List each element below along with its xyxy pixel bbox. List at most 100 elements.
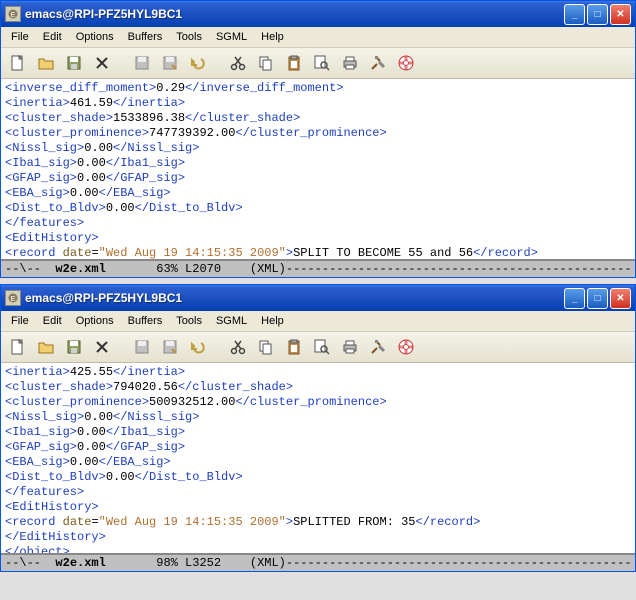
toolbar xyxy=(1,332,635,363)
sb-mode: --\-- xyxy=(5,262,55,276)
window-controls: _ □ ✕ xyxy=(564,288,631,309)
cut-icon[interactable] xyxy=(227,52,249,74)
titlebar[interactable]: E emacs@RPI-PFZ5HYL9BC1 _ □ ✕ xyxy=(1,1,635,27)
editor-area[interactable]: <inverse_diff_moment>0.29</inverse_diff_… xyxy=(1,79,635,259)
menu-help[interactable]: Help xyxy=(255,29,290,45)
svg-text:E: E xyxy=(10,10,15,19)
window-title: emacs@RPI-PFZ5HYL9BC1 xyxy=(25,7,564,21)
open-tag: <EditHistory> xyxy=(5,231,99,245)
menubar: File Edit Options Buffers Tools SGML Hel… xyxy=(1,311,635,332)
save-icon[interactable] xyxy=(63,336,85,358)
save-disabled-icon[interactable] xyxy=(131,336,153,358)
svg-text:E: E xyxy=(10,294,15,303)
sb-position: 63% L2070 (XML) xyxy=(106,262,286,276)
value: 0.29 xyxy=(156,81,185,95)
menu-sgml[interactable]: SGML xyxy=(210,29,253,45)
editor-area[interactable]: <inertia>425.55</inertia> <cluster_shade… xyxy=(1,363,635,553)
new-file-icon[interactable] xyxy=(7,52,29,74)
menu-options[interactable]: Options xyxy=(70,29,120,45)
menu-sgml[interactable]: SGML xyxy=(210,313,253,329)
save-icon[interactable] xyxy=(63,52,85,74)
save-as-icon[interactable] xyxy=(159,52,181,74)
attr: date xyxy=(63,515,92,529)
search-icon[interactable] xyxy=(311,336,333,358)
value: 0.00 xyxy=(70,186,99,200)
window-controls: _ □ ✕ xyxy=(564,4,631,25)
search-icon[interactable] xyxy=(311,52,333,74)
menu-buffers[interactable]: Buffers xyxy=(122,313,169,329)
app-icon: E xyxy=(5,290,21,306)
value: 1533896.38 xyxy=(113,111,185,125)
close-tag: </features> xyxy=(5,485,84,499)
close-button[interactable]: ✕ xyxy=(610,4,631,25)
close-tag: </features> xyxy=(5,216,84,230)
value: 0.00 xyxy=(77,156,106,170)
value: 0.00 xyxy=(70,455,99,469)
undo-icon[interactable] xyxy=(187,52,209,74)
emacs-window-1: E emacs@RPI-PFZ5HYL9BC1 _ □ ✕ File Edit … xyxy=(0,0,636,278)
attr-value: "Wed Aug 19 14:15:35 2009" xyxy=(99,246,286,259)
close-tag: </EditHistory> xyxy=(5,530,106,544)
value: 461.59 xyxy=(70,96,113,110)
close-button[interactable]: ✕ xyxy=(610,288,631,309)
copy-icon[interactable] xyxy=(255,52,277,74)
sb-filename: w2e.xml xyxy=(55,262,105,276)
menu-tools[interactable]: Tools xyxy=(170,29,208,45)
help-icon[interactable] xyxy=(395,52,417,74)
close-tag: </object> xyxy=(5,545,70,553)
print-icon[interactable] xyxy=(339,52,361,74)
menu-buffers[interactable]: Buffers xyxy=(122,29,169,45)
paste-icon[interactable] xyxy=(283,336,305,358)
menu-file[interactable]: File xyxy=(5,313,35,329)
window-title: emacs@RPI-PFZ5HYL9BC1 xyxy=(25,291,564,305)
minimize-button[interactable]: _ xyxy=(564,4,585,25)
titlebar[interactable]: E emacs@RPI-PFZ5HYL9BC1 _ □ ✕ xyxy=(1,285,635,311)
sb-fill: ----------------------------------------… xyxy=(286,262,631,276)
toolbar xyxy=(1,48,635,79)
value: 0.00 xyxy=(84,410,113,424)
app-icon: E xyxy=(5,6,21,22)
save-as-icon[interactable] xyxy=(159,336,181,358)
maximize-button[interactable]: □ xyxy=(587,288,608,309)
statusbar: --\-- w2e.xml 98% L3252 (XML)-----------… xyxy=(1,553,635,571)
value: SPLITTED FROM: 35 xyxy=(293,515,415,529)
preferences-icon[interactable] xyxy=(367,52,389,74)
menu-tools[interactable]: Tools xyxy=(170,313,208,329)
maximize-button[interactable]: □ xyxy=(587,4,608,25)
value: 0.00 xyxy=(84,141,113,155)
value: 747739392.00 xyxy=(149,126,235,140)
cut-icon[interactable] xyxy=(227,336,249,358)
print-icon[interactable] xyxy=(339,336,361,358)
value: 794020.56 xyxy=(113,380,178,394)
menu-edit[interactable]: Edit xyxy=(37,313,68,329)
paste-icon[interactable] xyxy=(283,52,305,74)
help-icon[interactable] xyxy=(395,336,417,358)
open-file-icon[interactable] xyxy=(35,52,57,74)
open-tag: <EditHistory> xyxy=(5,500,99,514)
new-file-icon[interactable] xyxy=(7,336,29,358)
menu-help[interactable]: Help xyxy=(255,313,290,329)
copy-icon[interactable] xyxy=(255,336,277,358)
close-file-icon[interactable] xyxy=(91,52,113,74)
menu-options[interactable]: Options xyxy=(70,313,120,329)
statusbar: --\-- w2e.xml 63% L2070 (XML)-----------… xyxy=(1,259,635,277)
save-disabled-icon[interactable] xyxy=(131,52,153,74)
attr: date xyxy=(63,246,92,259)
value: 0.00 xyxy=(77,171,106,185)
minimize-button[interactable]: _ xyxy=(564,288,585,309)
value: 0.00 xyxy=(77,440,106,454)
sb-position: 98% L3252 (XML) xyxy=(106,556,286,570)
preferences-icon[interactable] xyxy=(367,336,389,358)
value: 500932512.00 xyxy=(149,395,235,409)
value: 0.00 xyxy=(77,425,106,439)
value: 0.00 xyxy=(106,470,135,484)
close-file-icon[interactable] xyxy=(91,336,113,358)
undo-icon[interactable] xyxy=(187,336,209,358)
menubar: File Edit Options Buffers Tools SGML Hel… xyxy=(1,27,635,48)
attr-value: "Wed Aug 19 14:15:35 2009" xyxy=(99,515,286,529)
menu-edit[interactable]: Edit xyxy=(37,29,68,45)
sb-filename: w2e.xml xyxy=(55,556,105,570)
open-file-icon[interactable] xyxy=(35,336,57,358)
emacs-window-2: E emacs@RPI-PFZ5HYL9BC1 _ □ ✕ File Edit … xyxy=(0,284,636,572)
menu-file[interactable]: File xyxy=(5,29,35,45)
